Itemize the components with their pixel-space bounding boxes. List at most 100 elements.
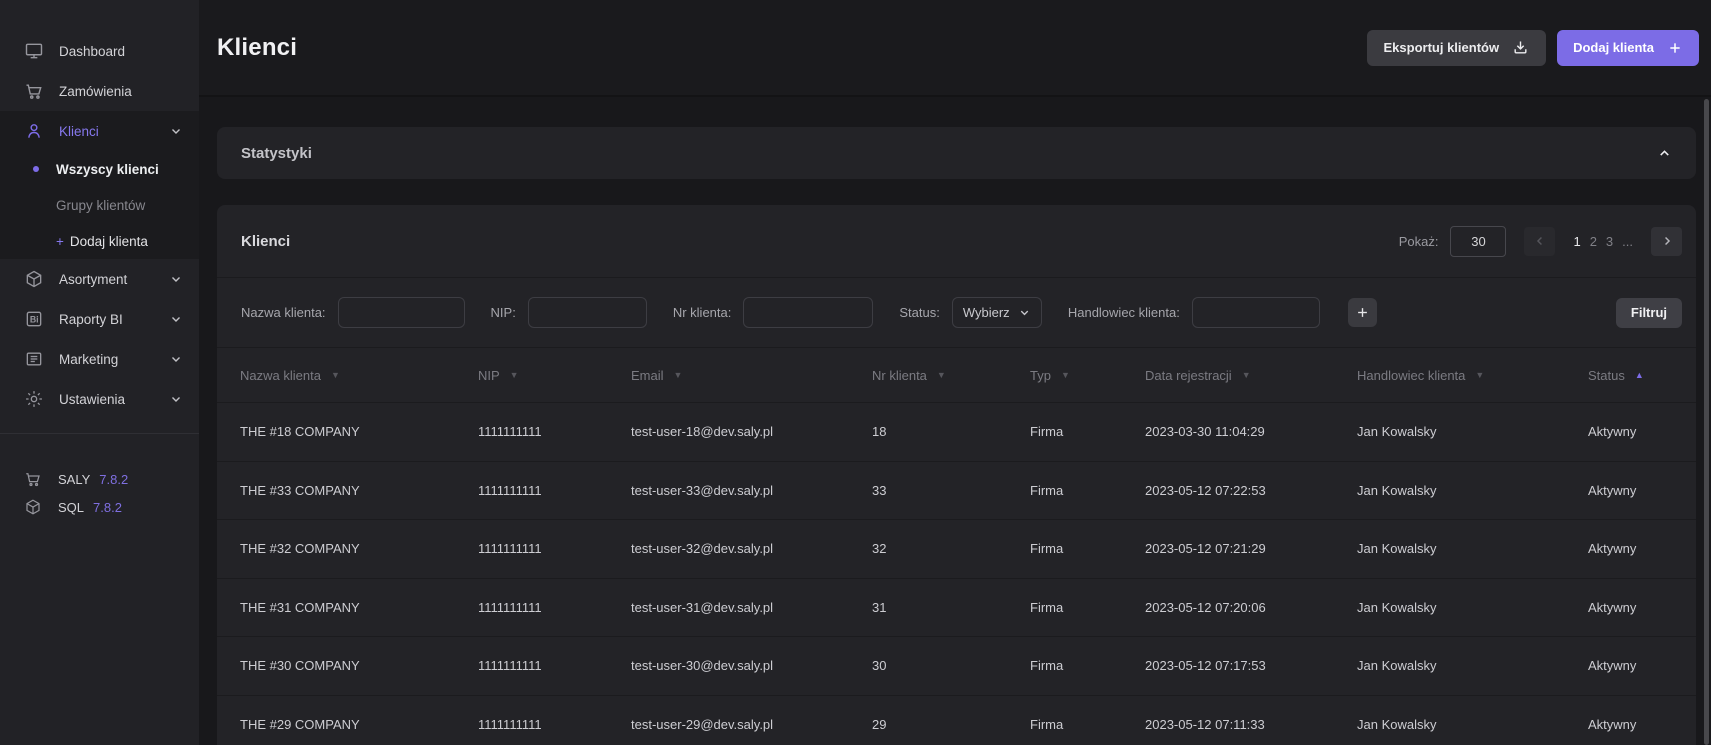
sidebar-item-label: Raporty BI xyxy=(59,312,123,327)
sidebar-item-label: Ustawienia xyxy=(59,392,125,407)
cell-nip: 1111111111 xyxy=(478,600,631,615)
export-clients-button[interactable]: Eksportuj klientów xyxy=(1367,30,1547,66)
filter-client-number-input[interactable] xyxy=(743,297,873,328)
table-row[interactable]: THE #33 COMPANY 1111111111 test-user-33@… xyxy=(217,461,1696,520)
statistics-panel: Statystyki xyxy=(217,127,1696,179)
cell-status: Aktywny xyxy=(1588,483,1682,498)
table-row[interactable]: THE #29 COMPANY 1111111111 test-user-29@… xyxy=(217,695,1696,745)
column-header-name[interactable]: Nazwa klienta▼ xyxy=(240,368,478,383)
gear-icon xyxy=(24,389,44,409)
column-header-client-number[interactable]: Nr klienta▼ xyxy=(872,368,1030,383)
table-row[interactable]: THE #18 COMPANY 1111111111 test-user-18@… xyxy=(217,402,1696,461)
next-page-button[interactable] xyxy=(1651,227,1682,256)
sidebar-item-label: Asortyment xyxy=(59,272,127,287)
table-row[interactable]: THE #32 COMPANY 1111111111 test-user-32@… xyxy=(217,519,1696,578)
page-number-2[interactable]: 2 xyxy=(1590,234,1597,249)
table-row[interactable]: THE #30 COMPANY 1111111111 test-user-30@… xyxy=(217,636,1696,695)
table-body: THE #18 COMPANY 1111111111 test-user-18@… xyxy=(217,402,1696,745)
cell-status: Aktywny xyxy=(1588,600,1682,615)
person-icon xyxy=(24,121,44,141)
column-header-status[interactable]: Status▲ xyxy=(1588,368,1682,383)
cell-client-number: 18 xyxy=(872,424,1030,439)
filter-status-select[interactable]: Wybierz xyxy=(952,297,1042,328)
cell-name: THE #32 COMPANY xyxy=(240,541,478,556)
cell-nip: 1111111111 xyxy=(478,424,631,439)
filter-nip-input[interactable] xyxy=(528,297,647,328)
cell-type: Firma xyxy=(1030,717,1145,732)
plus-icon: + xyxy=(56,234,64,249)
column-header-email[interactable]: Email▼ xyxy=(631,368,872,383)
column-header-registration-date[interactable]: Data rejestracji▼ xyxy=(1145,368,1357,383)
sidebar-item-raporty-bi[interactable]: Bi Raporty BI xyxy=(0,299,199,339)
apply-filter-button[interactable]: Filtruj xyxy=(1616,298,1682,328)
column-header-type[interactable]: Typ▼ xyxy=(1030,368,1145,383)
sort-desc-icon: ▼ xyxy=(1061,370,1070,380)
sidebar-item-label: Zamówienia xyxy=(59,84,132,99)
cell-sales-rep: Jan Kowalsky xyxy=(1357,717,1588,732)
cell-status: Aktywny xyxy=(1588,541,1682,556)
sidebar-item-dashboard[interactable]: Dashboard xyxy=(0,31,199,71)
version-label: SALY xyxy=(58,472,90,487)
download-icon xyxy=(1512,39,1529,56)
cell-status: Aktywny xyxy=(1588,658,1682,673)
sidebar-subitem-wszyscy-klienci[interactable]: Wszyscy klienci xyxy=(0,151,199,187)
version-saly: SALY 7.8.2 xyxy=(0,465,199,493)
add-client-button[interactable]: Dodaj klienta xyxy=(1557,30,1699,66)
table-row[interactable]: THE #31 COMPANY 1111111111 test-user-31@… xyxy=(217,578,1696,637)
sidebar-item-label: Dashboard xyxy=(59,44,125,59)
page-number-1[interactable]: 1 xyxy=(1573,234,1580,249)
column-header-nip[interactable]: NIP▼ xyxy=(478,368,631,383)
version-number[interactable]: 7.8.2 xyxy=(93,500,122,515)
active-bullet-icon xyxy=(33,166,39,172)
chevron-down-icon xyxy=(169,312,183,326)
cell-client-number: 32 xyxy=(872,541,1030,556)
cell-registration-date: 2023-05-12 07:11:33 xyxy=(1145,717,1357,732)
page-number-3[interactable]: 3 xyxy=(1606,234,1613,249)
cell-name: THE #30 COMPANY xyxy=(240,658,478,673)
cart-icon xyxy=(24,81,44,101)
cell-sales-rep: Jan Kowalsky xyxy=(1357,600,1588,615)
monitor-icon xyxy=(24,41,44,61)
version-label: SQL xyxy=(58,500,84,515)
cell-registration-date: 2023-05-12 07:17:53 xyxy=(1145,658,1357,673)
vertical-scrollbar[interactable] xyxy=(1704,99,1709,745)
page-numbers: 1 2 3 ... xyxy=(1573,234,1633,249)
filter-client-number-label: Nr klienta: xyxy=(673,305,732,320)
column-header-sales-rep[interactable]: Handlowiec klienta▼ xyxy=(1357,368,1588,383)
cell-type: Firma xyxy=(1030,424,1145,439)
chevron-left-icon xyxy=(1533,234,1547,248)
cell-name: THE #18 COMPANY xyxy=(240,424,478,439)
cell-name: THE #29 COMPANY xyxy=(240,717,478,732)
sidebar-item-zamowienia[interactable]: Zamówienia xyxy=(0,71,199,111)
cell-email: test-user-33@dev.saly.pl xyxy=(631,483,872,498)
chevron-down-icon xyxy=(1018,306,1031,319)
sidebar-item-ustawienia[interactable]: Ustawienia xyxy=(0,379,199,419)
cell-registration-date: 2023-03-30 11:04:29 xyxy=(1145,424,1357,439)
cell-registration-date: 2023-05-12 07:22:53 xyxy=(1145,483,1357,498)
sidebar-item-marketing[interactable]: Marketing xyxy=(0,339,199,379)
filter-sales-rep-input[interactable] xyxy=(1192,297,1320,328)
news-icon xyxy=(24,349,44,369)
content-area: Statystyki Klienci Pokaż: xyxy=(199,99,1711,745)
cell-type: Firma xyxy=(1030,600,1145,615)
add-filter-button[interactable] xyxy=(1348,298,1377,327)
page-title: Klienci xyxy=(217,34,297,62)
filter-name-input[interactable] xyxy=(338,297,465,328)
sidebar-subitem-dodaj-klienta[interactable]: + Dodaj klienta xyxy=(0,223,199,259)
sidebar-item-asortyment[interactable]: Asortyment xyxy=(0,259,199,299)
clients-panel: Klienci Pokaż: 1 2 3 ... xyxy=(217,205,1696,745)
page-number-ellipsis: ... xyxy=(1622,234,1633,249)
sort-desc-icon: ▼ xyxy=(937,370,946,380)
chevron-right-icon xyxy=(1660,234,1674,248)
page-size-input[interactable] xyxy=(1450,226,1506,257)
clients-panel-title: Klienci xyxy=(241,233,290,250)
filter-status-label: Status: xyxy=(899,305,939,320)
previous-page-button[interactable] xyxy=(1524,227,1555,256)
sidebar-subitem-grupy-klientow[interactable]: Grupy klientów xyxy=(0,187,199,223)
sidebar-item-klienci[interactable]: Klienci xyxy=(0,111,199,151)
version-number[interactable]: 7.8.2 xyxy=(99,472,128,487)
cell-client-number: 31 xyxy=(872,600,1030,615)
cell-status: Aktywny xyxy=(1588,717,1682,732)
version-sql: SQL 7.8.2 xyxy=(0,493,199,521)
collapse-statistics-button[interactable] xyxy=(1657,146,1672,161)
